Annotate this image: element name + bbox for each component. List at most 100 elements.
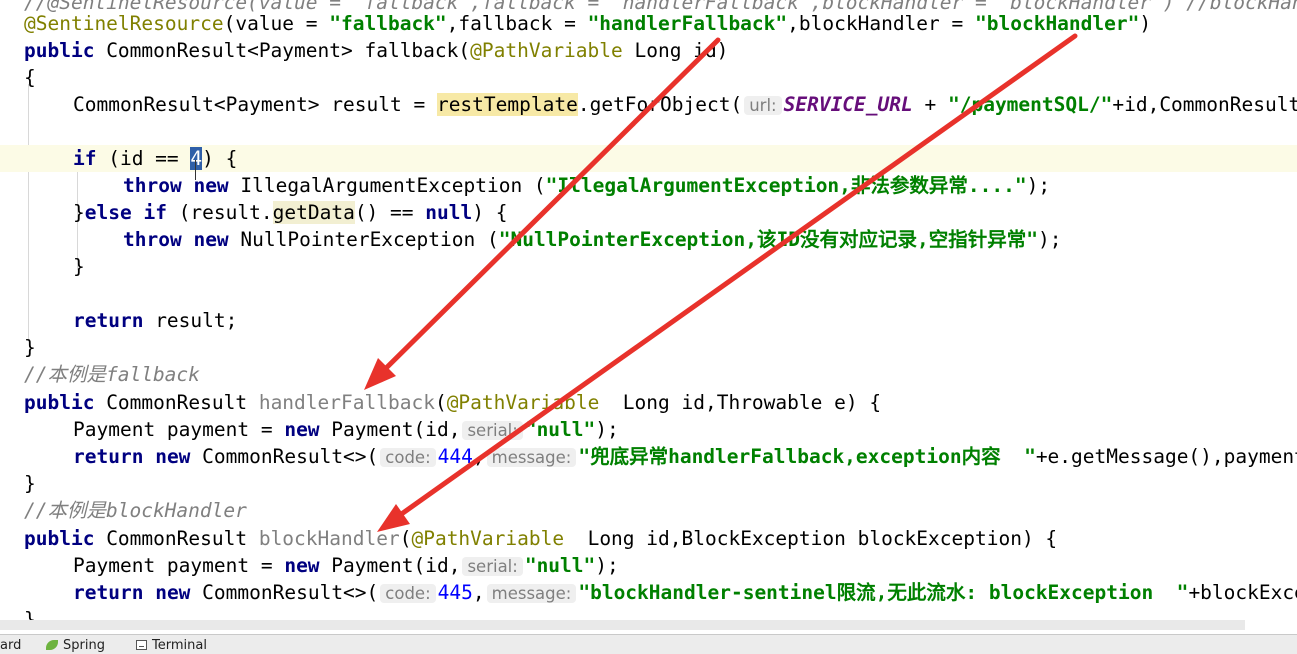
keyword-token: throw xyxy=(123,174,182,197)
parameter-hint: code: xyxy=(380,448,436,467)
code-text: .getForObject( xyxy=(577,93,743,116)
code-line[interactable]: public CommonResult blockHandler(@PathVa… xyxy=(0,525,1297,552)
code-line[interactable]: } xyxy=(0,253,1297,280)
string-literal: "handlerFallback" xyxy=(587,12,788,35)
keyword-token: new xyxy=(284,554,320,577)
code-text: { xyxy=(24,66,36,89)
keyword-token: public xyxy=(24,39,95,62)
code-text: IllegalArgumentException ( xyxy=(228,174,546,197)
code-text: ); xyxy=(1037,228,1062,251)
code-text: } xyxy=(24,472,36,495)
keyword-token: else xyxy=(84,201,132,224)
keyword-token: null xyxy=(425,201,473,224)
code-text: ( xyxy=(399,527,412,550)
keyword-token: throw xyxy=(123,228,182,251)
code-line[interactable]: @SentinelResource(value = "fallback",fal… xyxy=(0,10,1297,37)
code-comment: //本例是blockHandler xyxy=(24,499,247,522)
code-line[interactable]: } xyxy=(0,470,1297,497)
code-line[interactable]: } xyxy=(0,334,1297,361)
keyword-token: new xyxy=(155,445,191,468)
code-text: ( xyxy=(434,391,447,414)
code-text: CommonResult<>( xyxy=(190,445,379,468)
code-text: } xyxy=(73,255,85,278)
code-line[interactable]: return new CommonResult<>(code: 444, messa… xyxy=(0,443,1297,470)
code-line[interactable]: public CommonResult handlerFallback(@Pat… xyxy=(0,389,1297,416)
tool-tab-label: Spring xyxy=(63,638,105,653)
code-line[interactable]: return new CommonResult<>(code: 445, messa… xyxy=(0,579,1297,606)
code-line[interactable]: //本例是blockHandler xyxy=(0,497,1297,524)
code-line[interactable]: //本例是fallback xyxy=(0,361,1297,388)
tool-tab-label: ard xyxy=(0,638,22,653)
code-text: result; xyxy=(143,309,238,332)
code-line[interactable]: CommonResult<Payment> result = restTempl… xyxy=(0,91,1297,118)
code-line[interactable]: }else if (result.getData() == null) { xyxy=(0,199,1297,226)
parameter-hint: message: xyxy=(486,584,577,603)
code-text: + xyxy=(912,93,948,116)
tool-tab-terminal[interactable]: Terminal xyxy=(136,638,207,653)
code-text: +blockException.getMessage(),payment); xyxy=(1188,581,1297,604)
code-text: Payment(id, xyxy=(319,554,461,577)
keyword-token: public xyxy=(24,527,95,550)
code-text: Long id,Throwable e) { xyxy=(599,391,882,414)
keyword-token: if xyxy=(73,147,97,170)
keyword-token: return xyxy=(73,445,144,468)
parameter-hint: serial: xyxy=(462,557,523,576)
code-text: CommonResult<Payment> fallback( xyxy=(94,39,471,62)
code-text: CommonResult<>( xyxy=(190,581,379,604)
spring-icon xyxy=(46,640,58,650)
string-literal: "blockHandler" xyxy=(975,12,1140,35)
string-literal: "null" xyxy=(524,554,596,577)
keyword-token: if xyxy=(143,201,167,224)
tool-window-bar: ard Spring Terminal xyxy=(0,634,1297,654)
code-text: (result. xyxy=(166,201,273,224)
code-text: ); xyxy=(595,554,619,577)
constant-token: SERVICE_URL xyxy=(783,93,913,116)
text-cursor-icon xyxy=(195,160,198,180)
keyword-token: return xyxy=(73,309,144,332)
terminal-icon xyxy=(136,640,147,650)
code-comment: //本例是fallback xyxy=(24,363,200,386)
method-name: blockHandler xyxy=(258,527,400,550)
horizontal-scrollbar[interactable] xyxy=(0,620,1245,630)
code-text: ,fallback = xyxy=(446,12,588,35)
method-name: handlerFallback xyxy=(258,391,435,414)
method-call: getData xyxy=(272,201,355,224)
string-literal: "NullPointerException,该ID没有对应记录,空指针异常" xyxy=(498,228,1038,251)
parameter-hint: message: xyxy=(486,448,577,467)
number-literal: 445 xyxy=(437,581,473,604)
number-literal: 444 xyxy=(437,445,473,468)
code-text: +id,CommonResult.class,id); xyxy=(1112,93,1297,116)
string-literal: "兜底异常handlerFallback,exception内容 " xyxy=(578,445,1036,468)
code-line[interactable]: Payment payment = new Payment(id, serial:… xyxy=(0,416,1297,443)
tool-tab-spring[interactable]: Spring xyxy=(46,638,105,653)
code-text: } xyxy=(73,201,85,224)
code-text: ,blockHandler = xyxy=(787,12,975,35)
code-line[interactable]: public CommonResult<Payment> fallback(@P… xyxy=(0,37,1297,64)
annotation-token: @PathVariable xyxy=(470,39,623,62)
code-text: NullPointerException ( xyxy=(228,228,499,251)
code-text: Payment payment = xyxy=(73,554,285,577)
code-line[interactable]: return result; xyxy=(0,307,1297,334)
code-text: , xyxy=(472,445,485,468)
tool-tab-partial[interactable]: ard xyxy=(0,638,21,653)
code-text: Long id) xyxy=(622,39,729,62)
code-text: CommonResult<Payment> result = xyxy=(73,93,437,116)
code-text: CommonResult xyxy=(94,391,259,414)
string-literal: "null" xyxy=(524,418,596,441)
string-literal: "/paymentSQL/" xyxy=(947,93,1113,116)
string-literal: "IllegalArgumentException,非法参数异常...." xyxy=(545,174,1027,197)
code-text: (value = xyxy=(223,12,330,35)
code-text: ); xyxy=(1026,174,1051,197)
code-text: () == xyxy=(354,201,426,224)
code-editor[interactable]: //@SentinelResource(value = "fallback",f… xyxy=(0,0,1297,634)
code-line[interactable]: throw new NullPointerException ("NullPoi… xyxy=(0,226,1297,253)
code-text: } xyxy=(24,336,36,359)
parameter-hint: code: xyxy=(380,584,436,603)
keyword-token: public xyxy=(24,391,95,414)
code-line[interactable]: Payment payment = new Payment(id, serial:… xyxy=(0,552,1297,579)
string-literal: "fallback" xyxy=(329,12,447,35)
code-text: ); xyxy=(595,418,619,441)
keyword-token: new xyxy=(155,581,191,604)
code-line[interactable]: { xyxy=(0,64,1297,91)
code-text: Payment(id, xyxy=(319,418,461,441)
